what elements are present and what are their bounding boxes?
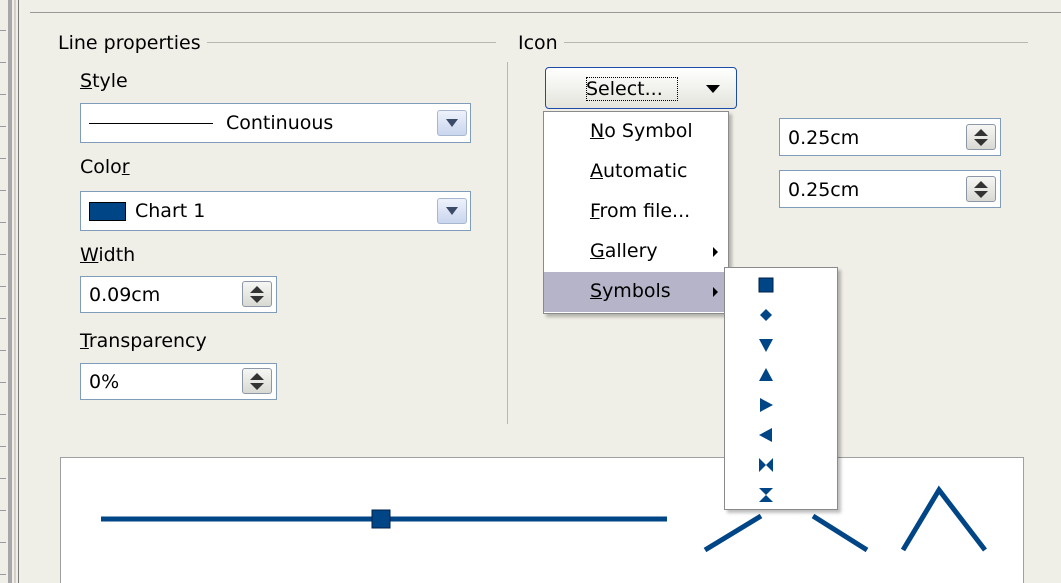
spin-icon[interactable]: [242, 368, 272, 394]
symbols-submenu: [724, 267, 838, 510]
preview-line: [703, 513, 763, 553]
spin-icon[interactable]: [966, 124, 996, 150]
line-preview: [101, 485, 987, 553]
color-dropdown[interactable]: Chart 1: [80, 191, 471, 231]
icon-separator: [520, 42, 1028, 43]
triangle-down-icon: [759, 339, 773, 352]
style-dropdown[interactable]: Continuous: [80, 103, 471, 143]
line-properties-title: Line properties: [58, 32, 207, 54]
symbol-option[interactable]: [725, 390, 837, 420]
transparency-label: Transparency: [80, 330, 207, 352]
style-label: Style: [80, 70, 128, 92]
menu-item-symbols[interactable]: Symbols: [544, 272, 728, 312]
icon-height-value: 0.25cm: [788, 179, 860, 201]
square-icon: [758, 277, 774, 293]
menu-item-no-symbol[interactable]: No Symbol: [544, 112, 728, 152]
symbol-option[interactable]: [725, 360, 837, 390]
transparency-field[interactable]: 0%: [80, 363, 277, 400]
chevron-down-icon[interactable]: [437, 198, 467, 224]
submenu-arrow-icon: [713, 247, 718, 257]
preview-panel: [60, 457, 1024, 583]
ruler-strip: [0, 0, 30, 583]
triangle-left-icon: [759, 428, 772, 442]
icon-width-value: 0.25cm: [788, 127, 860, 149]
menu-item-automatic[interactable]: Automatic: [544, 152, 728, 192]
menu-item-from-file[interactable]: From file...: [544, 192, 728, 232]
spin-icon[interactable]: [242, 281, 272, 307]
line-style-sample: [89, 123, 213, 124]
transparency-value: 0%: [89, 371, 120, 393]
symbol-option[interactable]: [725, 330, 837, 360]
symbol-option[interactable]: [725, 420, 837, 450]
select-menu: No Symbol Automatic From file... Gallery…: [543, 111, 729, 314]
top-divider: [30, 12, 1061, 13]
symbol-option[interactable]: [725, 300, 837, 330]
symbol-option[interactable]: [725, 480, 837, 510]
submenu-arrow-icon: [713, 287, 718, 297]
triangle-right-icon: [760, 398, 773, 412]
preview-marker-square: [371, 509, 391, 529]
caret-down-icon: [706, 85, 720, 93]
menu-item-gallery[interactable]: Gallery: [544, 232, 728, 272]
vertical-divider: [507, 62, 508, 424]
bowtie-icon: [759, 458, 773, 472]
diamond-icon: [760, 309, 772, 321]
select-button-label: Select...: [586, 78, 663, 100]
icon-width-field[interactable]: 0.25cm: [779, 118, 1001, 156]
icon-height-field[interactable]: 0.25cm: [779, 170, 1001, 208]
color-label: Color: [80, 156, 130, 178]
select-button[interactable]: Select...: [545, 67, 737, 109]
hourglass-icon: [759, 488, 773, 502]
color-swatch: [89, 202, 126, 221]
icon-title: Icon: [518, 32, 564, 54]
preview-line: [900, 485, 987, 552]
spin-icon[interactable]: [966, 176, 996, 202]
color-value: Chart 1: [135, 200, 206, 222]
style-value: Continuous: [226, 112, 334, 134]
width-value: 0.09cm: [89, 284, 161, 306]
triangle-up-icon: [759, 368, 773, 381]
symbol-option[interactable]: [725, 270, 837, 300]
symbol-option[interactable]: [725, 450, 837, 480]
width-label: Width: [80, 244, 136, 266]
chevron-down-icon[interactable]: [437, 110, 467, 136]
width-field[interactable]: 0.09cm: [80, 276, 277, 313]
preview-line: [811, 513, 869, 553]
